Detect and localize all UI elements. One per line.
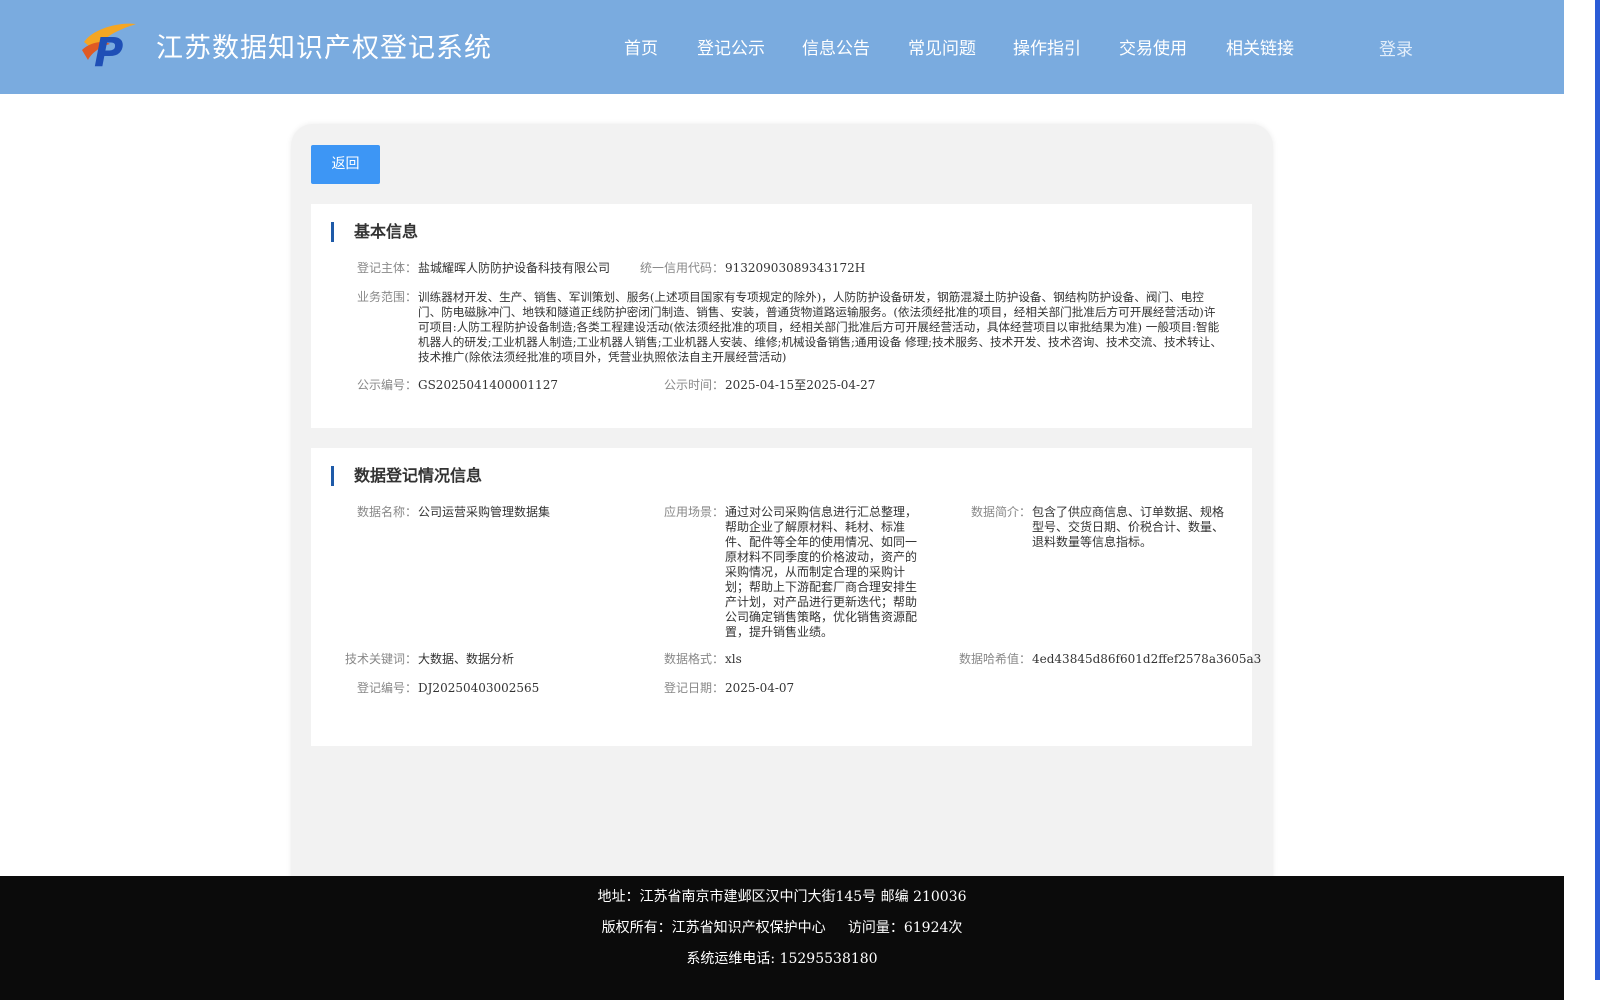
intro-label: 数据简介： xyxy=(970,505,1031,519)
logo-letter: P xyxy=(94,30,123,70)
credit-code-label: 统一信用代码： xyxy=(639,261,724,275)
scene-line: 公司确定销售策略，优化销售资源配 xyxy=(725,610,918,624)
login-link[interactable]: 登录 xyxy=(1379,35,1413,60)
site-title: 江苏数据知识产权登记系统 xyxy=(156,33,492,64)
back-button[interactable]: 返回 xyxy=(311,145,380,184)
intro-line: 包含了供应商信息、订单数据、规格 xyxy=(1032,505,1225,519)
hash-value: 4ed43845d86f601d2ffef2578a3605a3 xyxy=(1032,652,1262,666)
scope-line: 门、防电磁脉冲门、地铁和隧道正线防护密闭门制造、销售、安装，普通货物道路运输服务… xyxy=(418,305,1216,319)
footer: 地址：江苏省南京市建邺区汉中门大街145号 邮编 210036 版权所有：江苏省… xyxy=(0,876,1564,1000)
publicity-number-value: GS2025041400001127 xyxy=(418,378,558,392)
publicity-time-label: 公示时间： xyxy=(663,378,724,392)
scope-line: 可项目:人防工程防护设备制造;各类工程建设活动(依法须经批准的项目，经相关部门批… xyxy=(418,320,1220,334)
data-row-1: 数据名称： 公司运营采购管理数据集 应用场景： 通过对公司采购信息进行汇总整理，… xyxy=(311,505,1252,640)
data-registration-card: 数据登记情况信息 数据名称： 公司运营采购管理数据集 应用场景： 通过对公司采购… xyxy=(311,448,1261,746)
intro-line: 型号、交货日期、价税合计、数量、 xyxy=(1032,520,1225,534)
nav-registration-publicity[interactable]: 登记公示 xyxy=(697,34,765,59)
credit-code-value: 91320903089343172H xyxy=(725,261,866,275)
footer-copyright: 版权所有：江苏省知识产权保护中心 访问量：61924次 xyxy=(601,920,963,936)
keywords-label: 技术关键词： xyxy=(344,652,417,666)
scene-value: 通过对公司采购信息进行汇总整理， 帮助企业了解原材料、耗材、标准 件、配件等全年… xyxy=(725,505,921,640)
scrollbar[interactable] xyxy=(1564,0,1600,1000)
scene-line: 帮助企业了解原材料、耗材、标准 xyxy=(725,520,906,534)
nav-related-links[interactable]: 相关链接 xyxy=(1226,34,1294,59)
registration-number-label: 登记编号： xyxy=(356,681,417,695)
scene-line: 产计划，对产品进行更新迭代；帮助 xyxy=(725,595,918,609)
publicity-number-label: 公示编号： xyxy=(356,378,417,392)
scope-line: 机器人的研发;工业机器人制造;工业机器人销售;工业机器人安装、维修;机械设备销售… xyxy=(418,335,1222,349)
scrollbar-thumb[interactable] xyxy=(1595,0,1600,980)
scope-row: 业务范围： 训练器材开发、生产、销售、军训策划、服务(上述项目国家有专项规定的除… xyxy=(311,290,1252,365)
scene-line: 原材料不同季度的价格波动，资产的 xyxy=(725,550,918,564)
nav-home[interactable]: 首页 xyxy=(624,34,658,59)
data-row-3: 登记编号： DJ20250403002565 登记日期： 2025-04-07 xyxy=(311,681,1252,696)
scene-line: 采购情况，从而制定合理的采购计 xyxy=(725,565,906,579)
scope-value: 训练器材开发、生产、销售、军训策划、服务(上述项目国家有专项规定的除外)，人防防… xyxy=(418,290,1233,365)
scene-line: 置，提升销售业绩。 xyxy=(725,625,834,639)
publicity-time-value: 2025-04-15至2025-04-27 xyxy=(725,378,876,392)
subject-label: 登记主体： xyxy=(356,261,417,275)
scene-line: 通过对公司采购信息进行汇总整理， xyxy=(725,505,918,519)
footer-address: 地址：江苏省南京市建邺区汉中门大街145号 邮编 210036 xyxy=(597,889,967,905)
nav-operation-guide[interactable]: 操作指引 xyxy=(1013,34,1081,59)
detail-panel: 返回 基本信息 登记主体： 盐城耀晖人防防护设备科技有限公司 统一信用代码： 9… xyxy=(291,124,1273,924)
intro-line: 退料数量等信息指标。 xyxy=(1032,535,1153,549)
nav-trade-use[interactable]: 交易使用 xyxy=(1119,34,1187,59)
format-label: 数据格式： xyxy=(663,652,724,666)
page: P 江苏数据知识产权登记系统 首页 登记公示 信息公告 常见问题 操作指引 交易… xyxy=(0,0,1600,1000)
keywords-value: 大数据、数据分析 xyxy=(418,652,515,666)
scene-line: 划；帮助上下游配套厂商合理安排生 xyxy=(725,580,918,594)
data-name-value: 公司运营采购管理数据集 xyxy=(418,505,551,519)
nav-info-announcement[interactable]: 信息公告 xyxy=(802,34,870,59)
scene-label: 应用场景： xyxy=(663,505,724,519)
registration-date-label: 登记日期： xyxy=(663,681,724,695)
format-value: xls xyxy=(725,652,742,666)
footer-phone: 系统运维电话: 15295538180 xyxy=(686,951,878,967)
scope-label: 业务范围： xyxy=(356,290,417,304)
data-name-label: 数据名称： xyxy=(356,505,417,519)
basic-info-title: 基本信息 xyxy=(331,222,418,242)
scope-line: 技术推广(除依法须经批准的项目外，凭营业执照依法自主开展经营活动) xyxy=(418,350,787,364)
intro-value: 包含了供应商信息、订单数据、规格 型号、交货日期、价税合计、数量、 退料数量等信… xyxy=(1032,505,1232,550)
top-header: P 江苏数据知识产权登记系统 首页 登记公示 信息公告 常见问题 操作指引 交易… xyxy=(0,0,1564,94)
data-registration-title: 数据登记情况信息 xyxy=(331,466,482,486)
publicity-row: 公示编号： GS2025041400001127 公示时间： 2025-04-1… xyxy=(311,378,1252,393)
scene-line: 件、配件等全年的使用情况、如同一 xyxy=(725,535,918,549)
nav-faq[interactable]: 常见问题 xyxy=(908,34,976,59)
scope-line: 训练器材开发、生产、销售、军训策划、服务(上述项目国家有专项规定的除外)，人防防… xyxy=(418,290,1204,304)
hash-label: 数据哈希值： xyxy=(958,652,1031,666)
logo-icon[interactable]: P xyxy=(80,20,138,70)
registration-date-value: 2025-04-07 xyxy=(725,681,795,695)
registration-number-value: DJ20250403002565 xyxy=(418,681,540,695)
basic-info-card: 基本信息 登记主体： 盐城耀晖人防防护设备科技有限公司 统一信用代码： 9132… xyxy=(311,204,1252,428)
data-row-2: 技术关键词： 大数据、数据分析 数据格式： xls 数据哈希值： 4ed4384… xyxy=(311,652,1261,667)
subject-row: 登记主体： 盐城耀晖人防防护设备科技有限公司 统一信用代码： 913209030… xyxy=(311,261,1252,276)
subject-value: 盐城耀晖人防防护设备科技有限公司 xyxy=(418,261,611,275)
